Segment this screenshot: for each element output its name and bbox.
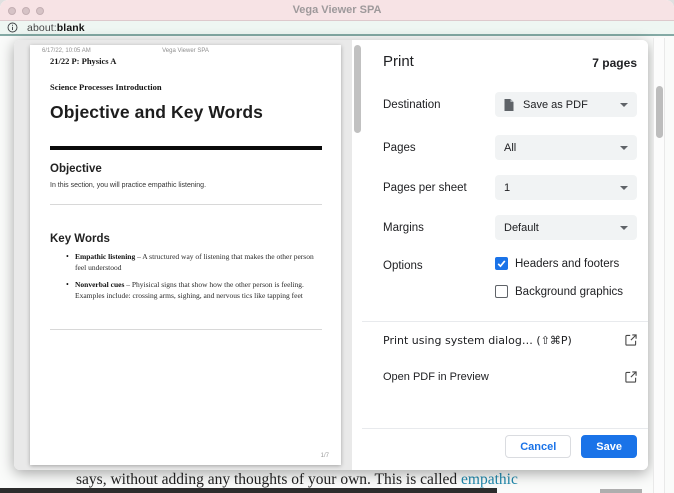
system-dialog-link-label: Print using system dialog… (⇧⌘P) xyxy=(383,333,572,347)
cancel-button[interactable]: Cancel xyxy=(505,435,572,458)
external-link-icon xyxy=(625,371,637,383)
section-divider xyxy=(50,329,322,330)
titlebar: Vega Viewer SPA xyxy=(0,0,674,21)
list-item: Nonverbal cues – Phyisical signs that sh… xyxy=(66,280,318,301)
checkbox-unchecked-icon[interactable] xyxy=(495,285,508,298)
objective-heading: Objective xyxy=(50,163,102,175)
list-item: Empathic listening – A structured way of… xyxy=(66,252,318,273)
print-settings-panel: Print 7 pages Destination Save as PDF Pa xyxy=(362,40,648,470)
print-preview-pane: 6/17/22, 10:05 AM Vega Viewer SPA 21/22 … xyxy=(14,40,352,470)
chevron-down-icon xyxy=(620,102,628,107)
window-scrollbar[interactable] xyxy=(653,38,665,493)
destination-label: Destination xyxy=(383,98,441,111)
preview-page-sheet: 6/17/22, 10:05 AM Vega Viewer SPA 21/22 … xyxy=(30,45,341,465)
pages-value: All xyxy=(504,141,517,154)
system-dialog-link[interactable]: Print using system dialog… (⇧⌘P) xyxy=(383,333,637,347)
external-link-icon xyxy=(625,334,637,346)
chevron-down-icon xyxy=(620,185,628,190)
print-dialog: 6/17/22, 10:05 AM Vega Viewer SPA 21/22 … xyxy=(14,40,648,470)
window-title: Vega Viewer SPA xyxy=(292,4,382,16)
pages-per-sheet-dropdown[interactable]: 1 xyxy=(495,175,637,200)
destination-value: Save as PDF xyxy=(523,98,588,111)
checkbox-checked-icon[interactable] xyxy=(495,257,508,270)
pages-row: Pages All xyxy=(383,135,637,160)
pdf-document-icon xyxy=(504,98,514,111)
open-pdf-preview-label: Open PDF in Preview xyxy=(383,371,489,383)
address-bar[interactable]: about:blank xyxy=(0,21,674,36)
divider xyxy=(362,321,648,322)
print-footer-page-number: 1/7 xyxy=(320,453,329,459)
info-icon[interactable] xyxy=(7,22,18,33)
destination-dropdown[interactable]: Save as PDF xyxy=(495,92,637,117)
margins-value: Default xyxy=(504,221,539,234)
keywords-list: Empathic listening – A structured way of… xyxy=(66,252,318,308)
empathic-link[interactable]: empathic xyxy=(461,471,518,488)
preview-scrollbar[interactable] xyxy=(352,40,362,470)
headers-footers-option[interactable]: Headers and footers xyxy=(495,257,619,270)
browser-window: Vega Viewer SPA about:blank says, withou… xyxy=(0,0,674,493)
url-text[interactable]: about:blank xyxy=(27,22,85,34)
margins-row: Margins Default xyxy=(383,215,637,240)
headers-footers-label: Headers and footers xyxy=(515,257,620,270)
page-content-area: says, without adding any thoughts of you… xyxy=(0,38,674,493)
preview-scrollbar-thumb[interactable] xyxy=(353,45,361,133)
options-label: Options xyxy=(383,260,423,272)
destination-row: Destination Save as PDF xyxy=(383,92,637,117)
margins-label: Margins xyxy=(383,221,424,234)
objective-text: In this section, you will practice empat… xyxy=(50,182,207,189)
clipped-text-line xyxy=(0,488,497,493)
clipped-text-fragment xyxy=(600,489,642,493)
print-header-title: Vega Viewer SPA xyxy=(162,48,209,54)
chevron-down-icon xyxy=(620,225,628,230)
window-scrollbar-thumb[interactable] xyxy=(656,86,663,138)
background-page-text: says, without adding any thoughts of you… xyxy=(76,471,518,488)
dialog-title: Print xyxy=(383,53,414,70)
keywords-heading: Key Words xyxy=(50,233,110,245)
url-scheme: about: xyxy=(27,21,57,34)
pages-per-sheet-label: Pages per sheet xyxy=(383,181,467,194)
module-title: Science Processes Introduction xyxy=(50,82,162,92)
save-button[interactable]: Save xyxy=(581,435,637,458)
pages-per-sheet-row: Pages per sheet 1 xyxy=(383,175,637,200)
document-title: Objective and Key Words xyxy=(50,102,264,122)
pages-label: Pages xyxy=(383,141,416,154)
divider xyxy=(362,428,648,429)
open-pdf-preview-link[interactable]: Open PDF in Preview xyxy=(383,370,637,384)
title-divider xyxy=(50,146,322,150)
background-graphics-label: Background graphics xyxy=(515,285,624,298)
pages-dropdown[interactable]: All xyxy=(495,135,637,160)
section-divider xyxy=(50,204,322,205)
url-path: blank xyxy=(56,21,85,34)
chevron-down-icon xyxy=(620,145,628,150)
page-count: 7 pages xyxy=(592,56,637,70)
pages-per-sheet-value: 1 xyxy=(504,181,511,194)
margins-dropdown[interactable]: Default xyxy=(495,215,637,240)
dialog-footer: Cancel Save xyxy=(505,435,637,458)
print-header: 6/17/22, 10:05 AM Vega Viewer SPA xyxy=(42,48,329,56)
course-title: 21/22 P: Physics A xyxy=(50,56,117,66)
background-graphics-option[interactable]: Background graphics xyxy=(495,285,623,298)
